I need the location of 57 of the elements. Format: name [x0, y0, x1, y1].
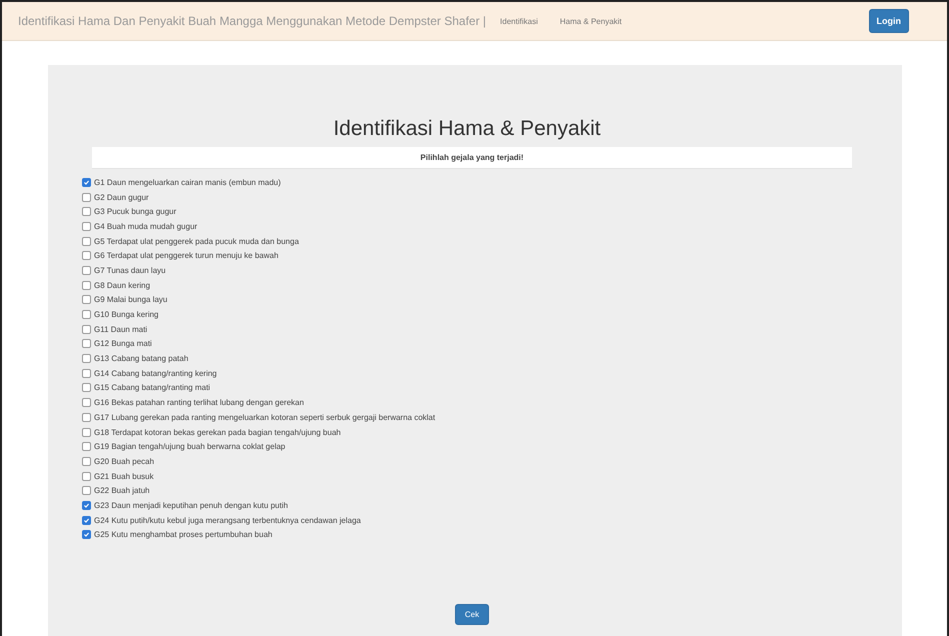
- page-title: Identifikasi Hama & Penyakit: [332, 117, 602, 141]
- checkbox[interactable]: [82, 472, 91, 481]
- checkbox[interactable]: [82, 500, 91, 510]
- checkbox[interactable]: [82, 428, 91, 437]
- checkbox[interactable]: [82, 236, 91, 246]
- symptom-label: G2 Daun gugur: [94, 192, 149, 202]
- checkbox[interactable]: [82, 368, 91, 378]
- checkbox[interactable]: [82, 251, 91, 260]
- checkbox[interactable]: [82, 178, 91, 187]
- checkbox[interactable]: [82, 412, 91, 422]
- checkbox[interactable]: [82, 324, 91, 334]
- symptom-label: G7 Tunas daun layu: [94, 266, 166, 275]
- checkbox[interactable]: [82, 442, 91, 452]
- symptom-label: G1 Daun mengeluarkan cairan manis (embun madu): [94, 178, 281, 187]
- checkbox[interactable]: [82, 383, 91, 392]
- checkbox[interactable]: [82, 456, 91, 466]
- symptom-label: G8 Daun kering: [94, 280, 150, 290]
- symptom-label: G17 Lubang gerekan pada ranting mengeluarkan kotoran seperti serbuk gergaji berwarna coklat: [94, 412, 436, 422]
- symptom-label: G16 Bekas patahan ranting terlihat lubang dengan gerekan: [94, 398, 304, 408]
- symptom-label: G23 Daun menjadi keputihan penuh dengan kutu putih: [94, 500, 288, 510]
- checkbox[interactable]: [82, 310, 91, 320]
- checkbox[interactable]: [82, 486, 91, 496]
- symptom-label: G20 Buah pecah: [94, 456, 154, 466]
- symptom-label: G13 Cabang batang patah: [94, 354, 188, 364]
- symptom-label: G15 Cabang batang/ranting mati: [94, 383, 210, 392]
- symptom-label: G5 Terdapat ulat penggerek pada pucuk muda dan bunga: [94, 236, 299, 246]
- symptom-label: G24 Kutu putih/kutu kebul juga merangsang terbentuknya cendawan jelaga: [94, 516, 361, 525]
- checkbox[interactable]: [82, 339, 91, 348]
- symptom-label: G22 Buah jatuh: [94, 486, 150, 496]
- table-header: Pilihlah gejala yang terjadi!: [92, 147, 852, 169]
- checkbox[interactable]: [82, 354, 91, 364]
- symptom-label: G4 Buah muda mudah gugur: [94, 222, 198, 231]
- symptom-label: G18 Terdapat kotoran bekas gerekan pada bagian tengah/ujung buah: [94, 428, 341, 437]
- symptom-label: G19 Bagian tengah/ujung buah berwarna coklat gelap: [94, 442, 286, 452]
- nav-link[interactable]: Identifikasi: [500, 16, 538, 26]
- symptom-label: G21 Buah busuk: [94, 472, 154, 481]
- checkbox[interactable]: [82, 207, 91, 216]
- symptom-label: G10 Bunga kering: [94, 310, 158, 320]
- symptom-label: G9 Malai bunga layu: [94, 295, 168, 304]
- checkbox[interactable]: [82, 516, 91, 525]
- checkbox[interactable]: [82, 530, 91, 540]
- symptom-label: G12 Bunga mati: [94, 339, 152, 348]
- symptom-label: G14 Cabang batang/ranting kering: [94, 368, 217, 378]
- checkbox[interactable]: [82, 398, 91, 408]
- checkbox[interactable]: [82, 192, 91, 202]
- checkbox[interactable]: [82, 295, 91, 304]
- symptom-label: G3 Pucuk bunga gugur: [94, 207, 176, 216]
- symptom-label: G6 Terdapat ulat penggerek turun menuju ke bawah: [94, 251, 278, 260]
- nav-link[interactable]: Hama & Penyakit: [560, 16, 622, 26]
- checkbox[interactable]: [82, 280, 91, 290]
- checkbox[interactable]: [82, 266, 91, 275]
- symptom-label: G25 Kutu menghambat proses pertumbuhan buah: [94, 530, 272, 540]
- check-button[interactable]: Cek: [454, 604, 490, 626]
- checkbox[interactable]: [82, 222, 91, 231]
- brand-title[interactable]: Identifikasi Hama Dan Penyakit Buah Mangga Menggunakan Metode Dempster Shafer |: [18, 14, 486, 28]
- symptom-label: G11 Daun mati: [94, 324, 148, 334]
- login-button[interactable]: Login: [868, 9, 909, 33]
